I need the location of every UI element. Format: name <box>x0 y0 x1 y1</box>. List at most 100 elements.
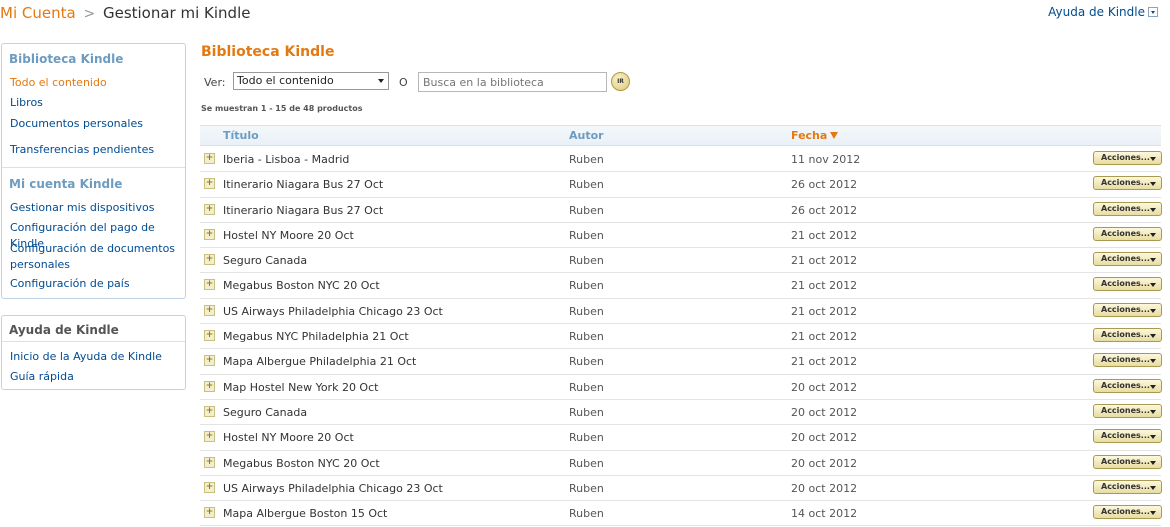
actions-button[interactable]: Acciones... <box>1093 201 1162 216</box>
sidebar-item-books[interactable]: Libros <box>10 95 182 111</box>
actions-label: Acciones... <box>1101 178 1150 188</box>
actions-button[interactable]: Acciones... <box>1093 252 1162 267</box>
sidebar-help-panel: Ayuda de Kindle Inicio de la Ayuda de Ki… <box>1 315 186 390</box>
sidebar-item-quick-guide[interactable]: Guía rápida <box>10 369 182 385</box>
row-author: Ruben <box>569 228 604 242</box>
page-header: Mi Cuenta > Gestionar mi Kindle Ayuda de… <box>0 0 1170 30</box>
row-title: Hostel NY Moore 20 Oct <box>223 431 354 445</box>
actions-button[interactable]: Acciones... <box>1093 429 1162 444</box>
chevron-down-icon <box>1150 511 1156 516</box>
plus-icon[interactable]: + <box>204 203 215 215</box>
table-row: + Megabus Boston NYC 20 Oct Ruben 21 oct 20… <box>200 273 1162 299</box>
actions-button[interactable]: Acciones... <box>1093 505 1162 520</box>
plus-icon[interactable]: + <box>204 405 215 417</box>
plus-icon[interactable]: + <box>204 456 215 468</box>
row-title: Mapa Albergue Boston 15 Oct <box>223 507 388 521</box>
actions-button[interactable]: Acciones... <box>1093 479 1162 494</box>
row-date: 20 oct 2012 <box>791 456 858 470</box>
actions-button[interactable]: Acciones... <box>1093 302 1162 317</box>
table-row: + US Airways Philadelphia Chicago 23 Oct R… <box>200 299 1162 325</box>
breadcrumb: Mi Cuenta > Gestionar mi Kindle <box>0 4 250 22</box>
view-filter-select[interactable]: Todo el contenido <box>233 72 389 90</box>
row-author: Ruben <box>569 279 604 293</box>
table-row: + Iberia - Lisboa - Madrid Ruben 11 nov 201… <box>200 147 1162 173</box>
column-date-label: Fecha <box>791 129 828 142</box>
plus-icon[interactable]: + <box>204 228 215 240</box>
page-title: Gestionar mi Kindle <box>102 4 251 22</box>
chevron-down-icon <box>1150 384 1156 389</box>
row-author: Ruben <box>569 481 604 495</box>
chevron-down-icon <box>1150 232 1156 237</box>
plus-icon[interactable]: + <box>204 254 215 266</box>
actions-button[interactable]: Acciones... <box>1093 403 1162 418</box>
section-title: Biblioteca Kindle <box>201 44 335 60</box>
breadcrumb-separator: > <box>83 6 96 22</box>
chevron-down-icon <box>1150 182 1156 187</box>
row-date: 20 oct 2012 <box>791 380 858 394</box>
plus-icon[interactable]: + <box>204 153 215 164</box>
sidebar-help-heading: Ayuda de Kindle <box>9 323 119 337</box>
help-menu[interactable]: Ayuda de Kindle <box>1048 5 1158 19</box>
row-title: Megabus Boston NYC 20 Oct <box>223 279 380 293</box>
plus-icon[interactable]: + <box>204 279 215 291</box>
row-author: Ruben <box>569 203 604 217</box>
plus-icon[interactable]: + <box>204 507 215 519</box>
actions-label: Acciones... <box>1101 431 1150 441</box>
search-go-button[interactable]: IR <box>611 72 630 91</box>
row-title: Map Hostel New York 20 Oct <box>223 380 379 394</box>
row-date: 21 oct 2012 <box>791 279 858 293</box>
table-row: + Seguro Canada Ruben 20 oct 2012 Acciones..… <box>200 400 1162 426</box>
sidebar-item-manage-devices[interactable]: Gestionar mis dispositivos <box>10 200 182 216</box>
row-author: Ruben <box>569 405 604 419</box>
view-label: Ver: <box>204 76 226 89</box>
actions-button[interactable]: Acciones... <box>1093 151 1162 165</box>
chevron-down-icon <box>1150 207 1156 212</box>
row-date: 11 nov 2012 <box>791 153 861 166</box>
sidebar-item-pending-transfers[interactable]: Transferencias pendientes <box>10 142 182 158</box>
actions-button[interactable]: Acciones... <box>1093 328 1162 343</box>
chevron-down-icon <box>1148 7 1158 17</box>
plus-icon[interactable]: + <box>204 380 215 392</box>
column-date-header[interactable]: Fecha <box>791 129 839 142</box>
sidebar-library-heading: Biblioteca Kindle <box>9 52 124 66</box>
actions-button[interactable]: Acciones... <box>1093 277 1162 292</box>
plus-icon[interactable]: + <box>204 330 215 342</box>
sidebar-item-doc-settings[interactable]: Configuración de documentos personales <box>10 241 182 273</box>
actions-button[interactable]: Acciones... <box>1093 353 1162 368</box>
sidebar-item-help-home[interactable]: Inicio de la Ayuda de Kindle <box>10 349 182 365</box>
row-title: Megabus Boston NYC 20 Oct <box>223 456 380 470</box>
actions-label: Acciones... <box>1101 228 1150 238</box>
column-author-header[interactable]: Autor <box>569 129 604 142</box>
plus-icon[interactable]: + <box>204 481 215 493</box>
chevron-down-icon <box>1150 283 1156 288</box>
chevron-down-icon <box>1150 485 1156 490</box>
actions-label: Acciones... <box>1101 203 1150 213</box>
table-row: + Hostel NY Moore 20 Oct Ruben 21 oct 2012 A… <box>200 223 1162 249</box>
table-row: + Megabus Boston NYC 20 Oct Ruben 20 oct 20… <box>200 451 1162 476</box>
table-row: + Megabus NYC Philadelphia 21 Oct Ruben 21 … <box>200 324 1162 350</box>
row-title: Megabus NYC Philadelphia 21 Oct <box>223 330 409 344</box>
actions-label: Acciones... <box>1101 304 1150 314</box>
content-table: + Iberia - Lisboa - Madrid Ruben 11 nov 201… <box>200 147 1162 527</box>
chevron-down-icon <box>1150 435 1156 440</box>
actions-button[interactable]: Acciones... <box>1093 378 1162 393</box>
plus-icon[interactable]: + <box>204 355 215 367</box>
library-search-input[interactable] <box>418 72 607 92</box>
plus-icon[interactable]: + <box>204 304 215 316</box>
row-author: Ruben <box>569 178 604 192</box>
actions-button[interactable]: Acciones... <box>1093 454 1162 469</box>
actions-label: Acciones... <box>1101 279 1150 289</box>
sidebar-item-personal-docs[interactable]: Documentos personales <box>10 116 182 132</box>
sidebar-item-all-content[interactable]: Todo el contenido <box>10 75 182 91</box>
sidebar-item-country-settings[interactable]: Configuración de país <box>10 276 182 292</box>
help-menu-label: Ayuda de Kindle <box>1048 5 1145 19</box>
breadcrumb-root-link[interactable]: Mi Cuenta <box>0 4 76 22</box>
actions-button[interactable]: Acciones... <box>1093 176 1162 191</box>
table-row: + Hostel NY Moore 20 Oct Ruben 20 oct 2012 A… <box>200 425 1162 451</box>
plus-icon[interactable]: + <box>204 178 215 190</box>
row-author: Ruben <box>569 431 604 445</box>
row-title: Hostel NY Moore 20 Oct <box>223 228 354 242</box>
column-title-header[interactable]: Título <box>223 129 259 142</box>
actions-button[interactable]: Acciones... <box>1093 226 1162 241</box>
plus-icon[interactable]: + <box>204 431 215 443</box>
